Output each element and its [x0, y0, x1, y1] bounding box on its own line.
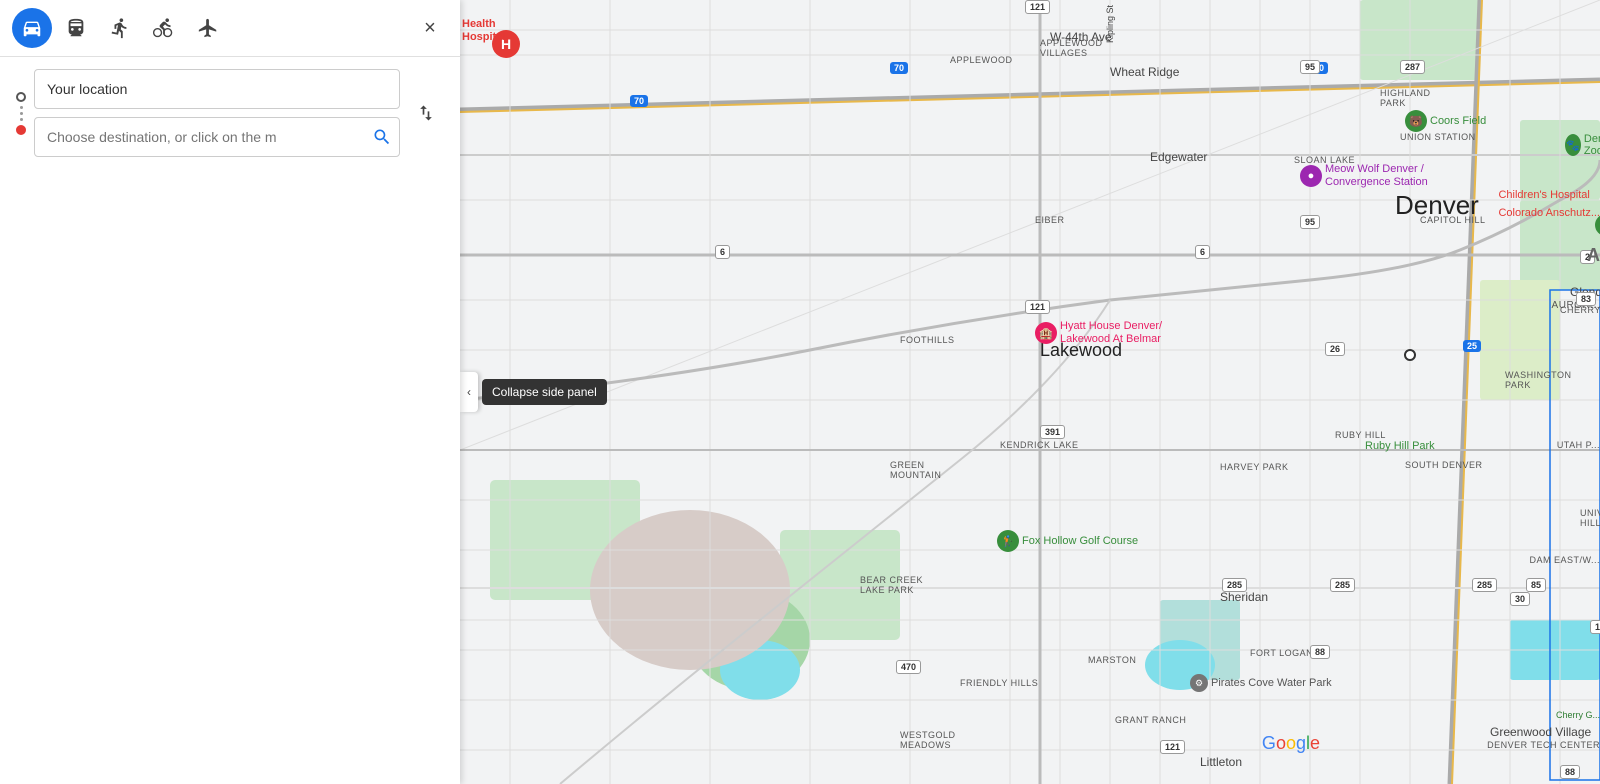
search-button[interactable] — [372, 127, 392, 147]
map-area[interactable]: H Health Hospital W-44th Ave Denver Whea… — [460, 0, 1600, 784]
poi-hyatt-house[interactable]: 🏨 Hyatt House Denver/Lakewood At Belmar — [1035, 320, 1162, 346]
close-icon: × — [424, 17, 436, 40]
destination-dot — [16, 125, 26, 135]
close-directions-button[interactable]: × — [412, 10, 448, 46]
poi-denver-zoo[interactable]: 🐾 Denver Zoo — [1565, 133, 1600, 157]
poi-ruby-hill[interactable]: Ruby Hill Park — [1365, 440, 1435, 452]
poi-fox-hollow[interactable]: 🏌 Fox Hollow Golf Course — [997, 530, 1138, 552]
transport-driving[interactable] — [12, 8, 52, 48]
destination-input[interactable] — [34, 117, 400, 157]
transport-flight[interactable] — [188, 8, 228, 48]
transport-transit[interactable] — [56, 8, 96, 48]
map-marker-a: A — [1587, 245, 1600, 266]
hospital-marker[interactable]: H — [492, 30, 520, 58]
inputs-area — [0, 57, 460, 169]
destination-wrapper — [34, 117, 400, 157]
poi-childrens-hospital[interactable]: Children's HospitalColorado Anschutz... — [1498, 185, 1600, 221]
transport-cycling[interactable] — [144, 8, 184, 48]
transport-bar: × — [0, 0, 460, 57]
origin-dot — [16, 92, 26, 102]
map-container: H Health Hospital W-44th Ave Denver Whea… — [460, 0, 1600, 784]
poi-meow-wolf[interactable]: ● Meow Wolf Denver /Convergence Station — [1300, 163, 1428, 189]
collapse-panel-button[interactable]: ‹ — [460, 372, 478, 412]
route-dots — [16, 88, 26, 139]
poi-coors-field[interactable]: 🐻 Coors Field — [1405, 110, 1486, 132]
swap-directions-button[interactable] — [408, 95, 444, 131]
route-line — [20, 106, 23, 121]
transport-walking[interactable] — [100, 8, 140, 48]
origin-input[interactable] — [34, 69, 400, 109]
side-panel: × — [0, 0, 460, 784]
poi-pirates-cove[interactable]: ⚙ Pirates Cove Water Park — [1190, 674, 1332, 692]
input-fields — [34, 69, 400, 157]
